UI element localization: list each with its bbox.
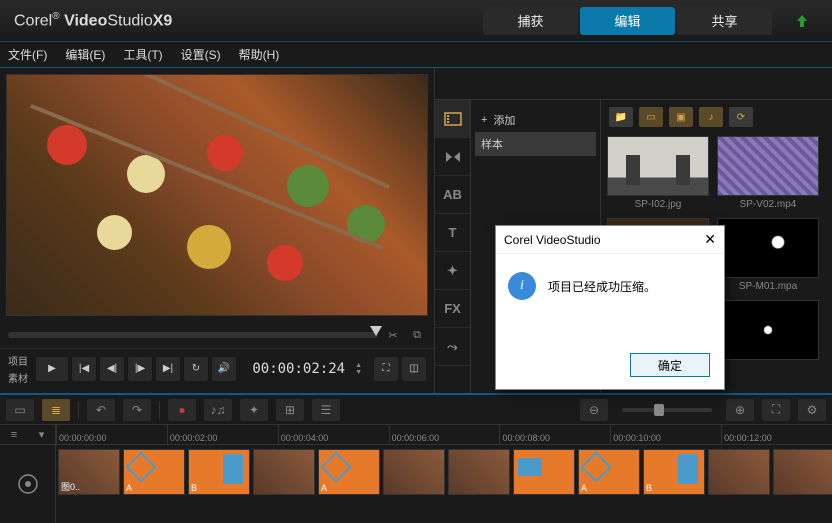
clip[interactable] xyxy=(708,449,770,495)
prev-frame-button[interactable]: ◀| xyxy=(100,357,124,381)
tree-sample[interactable]: 样本 xyxy=(475,132,596,156)
tl-expand-tracks[interactable]: ▾ xyxy=(39,428,45,441)
tl-subtitle-button[interactable]: ☰ xyxy=(312,399,340,421)
mode-edit[interactable]: 编辑 xyxy=(580,7,675,35)
tc-up[interactable]: ▲ xyxy=(355,362,362,369)
lib-thumb[interactable] xyxy=(717,300,819,363)
lib-tab-title[interactable]: AB xyxy=(435,176,470,214)
clip[interactable]: A xyxy=(578,449,640,495)
tl-undo[interactable]: ↶ xyxy=(87,399,115,421)
tl-audio-mixer[interactable]: ♪♫ xyxy=(204,399,232,421)
lib-folder-icon[interactable]: 📁 xyxy=(609,107,633,127)
play-button[interactable]: ▶ xyxy=(36,357,68,381)
lib-tab-path[interactable]: ⤳ xyxy=(435,328,470,366)
clip[interactable]: A xyxy=(123,449,185,495)
tl-storyboard-view[interactable]: ▭ xyxy=(6,399,34,421)
scrub-handle[interactable] xyxy=(370,326,382,336)
volume-button[interactable]: 🔊 xyxy=(212,357,236,381)
menu-file[interactable]: 文件(F) xyxy=(8,46,47,63)
lib-tab-text[interactable]: T xyxy=(435,214,470,252)
menu-tools[interactable]: 工具(T) xyxy=(123,46,162,63)
dialog-ok-button[interactable]: 确定 xyxy=(630,353,710,377)
lib-thumb[interactable]: SP-V02.mp4 xyxy=(717,136,819,210)
home-button[interactable]: |◀ xyxy=(72,357,96,381)
lib-filter-image[interactable]: ▣ xyxy=(669,107,693,127)
mode-capture[interactable]: 捕获 xyxy=(483,7,578,35)
clip[interactable] xyxy=(383,449,445,495)
app-logo: Corel® VideoStudioX9 xyxy=(0,11,186,30)
mode-clip-label[interactable]: 素材 xyxy=(8,370,28,385)
tl-chapter-button[interactable]: ⊞ xyxy=(276,399,304,421)
lib-tab-media[interactable] xyxy=(435,100,470,138)
mode-share[interactable]: 共享 xyxy=(677,7,772,35)
timecode-display[interactable]: 00:00:02:24 xyxy=(252,361,345,377)
dialog-message: 项目已经成功压缩。 xyxy=(548,278,656,295)
end-button[interactable]: ▶| xyxy=(156,357,180,381)
info-dialog: Corel VideoStudio ✕ i 项目已经成功压缩。 确定 xyxy=(495,225,725,390)
scrub-bar[interactable] xyxy=(8,332,378,338)
tl-ruler[interactable]: 00:00:00:00 00:00:02:00 00:00:04:00 00:0… xyxy=(56,425,832,444)
clip[interactable] xyxy=(773,449,832,495)
lib-filter-video[interactable]: ▭ xyxy=(639,107,663,127)
tl-redo[interactable]: ↷ xyxy=(123,399,151,421)
dialog-title: Corel VideoStudio xyxy=(504,233,601,247)
tl-zoom-in[interactable]: ⊕ xyxy=(726,399,754,421)
next-frame-button[interactable]: |▶ xyxy=(128,357,152,381)
menu-edit[interactable]: 编辑(E) xyxy=(65,46,105,63)
tl-zoom-out[interactable]: ⊖ xyxy=(580,399,608,421)
tl-zoom-knob[interactable] xyxy=(654,404,664,416)
tl-toggle-tracks[interactable]: ≡ xyxy=(11,429,17,441)
menu-help[interactable]: 帮助(H) xyxy=(239,46,280,63)
split-button[interactable]: ◫ xyxy=(402,357,426,381)
upload-icon[interactable] xyxy=(782,7,822,35)
preview-monitor xyxy=(6,74,428,316)
tl-zoom-slider[interactable] xyxy=(622,408,712,412)
tree-add[interactable]: +添加 xyxy=(475,108,596,132)
loop-button[interactable]: ↻ xyxy=(184,357,208,381)
video-track-head[interactable] xyxy=(0,445,56,523)
tl-auto-music[interactable]: ✦ xyxy=(240,399,268,421)
tl-timeline-view[interactable]: ≣ xyxy=(42,399,70,421)
lib-sort-button[interactable]: ⟳ xyxy=(729,107,753,127)
lib-tab-graphic[interactable]: ✦ xyxy=(435,252,470,290)
tl-settings-button[interactable]: ⚙ xyxy=(798,399,826,421)
track-clips[interactable]: 图0.. A B A A B xyxy=(56,445,832,523)
plus-icon: + xyxy=(481,114,487,126)
fullscreen-button[interactable]: ⛶ xyxy=(374,357,398,381)
clip[interactable]: B xyxy=(643,449,705,495)
info-icon: i xyxy=(508,272,536,300)
clip[interactable]: 图0.. xyxy=(58,449,120,495)
lib-thumb[interactable]: SP-I02.jpg xyxy=(607,136,709,210)
clip[interactable]: B xyxy=(188,449,250,495)
clip[interactable]: A xyxy=(318,449,380,495)
mark-out-icon[interactable]: ⧉ xyxy=(408,326,426,344)
tc-down[interactable]: ▼ xyxy=(355,369,362,376)
tl-fit-button[interactable]: ⛶ xyxy=(762,399,790,421)
lib-tab-fx[interactable]: FX xyxy=(435,290,470,328)
mode-project-label[interactable]: 项目 xyxy=(8,353,28,368)
clip[interactable] xyxy=(448,449,510,495)
tl-record-button[interactable]: ● xyxy=(168,399,196,421)
menu-settings[interactable]: 设置(S) xyxy=(181,46,221,63)
clip[interactable] xyxy=(253,449,315,495)
lib-tab-transitions[interactable] xyxy=(435,138,470,176)
mark-in-icon[interactable]: ✂ xyxy=(384,326,402,344)
lib-filter-audio[interactable]: ♪ xyxy=(699,107,723,127)
lib-thumb[interactable]: SP-M01.mpa xyxy=(717,218,819,292)
clip[interactable] xyxy=(513,449,575,495)
dialog-close-button[interactable]: ✕ xyxy=(704,231,716,248)
